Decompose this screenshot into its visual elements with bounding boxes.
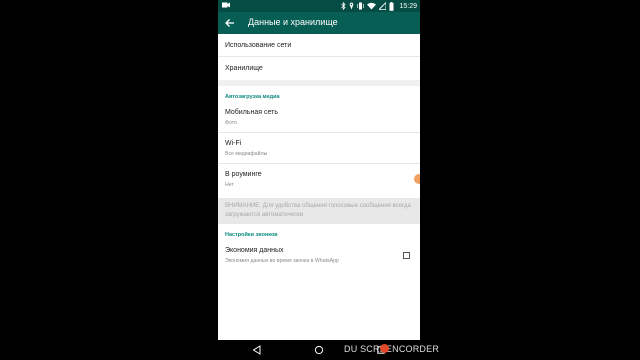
data-saving-item[interactable]: Экономия данных Экономия данных во время… bbox=[218, 247, 420, 271]
item-title: Мобильная сеть bbox=[225, 109, 278, 116]
wifi-icon bbox=[367, 2, 377, 10]
divider bbox=[218, 163, 420, 164]
autoload-header: Автозагрузка медиа bbox=[225, 94, 280, 100]
status-bar: 15:29 bbox=[218, 0, 420, 12]
battery-icon bbox=[389, 1, 394, 11]
item-title: Экономия данных bbox=[225, 247, 284, 254]
page-title: Данные и хранилище bbox=[248, 17, 338, 27]
watermark-left: DU SCREEN bbox=[344, 344, 399, 354]
vibrate-icon bbox=[357, 2, 365, 10]
mobile-network-item[interactable]: Мобильная сеть Фото bbox=[218, 109, 420, 133]
no-sim-icon bbox=[379, 2, 387, 10]
voice-notice: ВНИМАНИЕ: Для удобства общения голосовые… bbox=[218, 198, 420, 224]
video-camera-icon bbox=[222, 2, 230, 8]
bluetooth-icon bbox=[341, 2, 347, 10]
watermark: DU SCREENCORDER bbox=[344, 344, 439, 354]
section-gap bbox=[218, 80, 420, 86]
nav-back-icon[interactable] bbox=[252, 345, 262, 355]
arrow-back-icon[interactable] bbox=[223, 16, 237, 30]
item-title: В роуминге bbox=[225, 171, 262, 178]
nav-home-icon[interactable] bbox=[314, 345, 324, 355]
wifi-item[interactable]: Wi-Fi Все медиафайлы bbox=[218, 140, 420, 164]
item-title: Wi-Fi bbox=[225, 140, 242, 147]
roaming-item[interactable]: В роуминге Нет bbox=[218, 171, 420, 195]
app-bar: Данные и хранилище bbox=[218, 12, 420, 34]
item-subtitle: Экономия данных во время звонка в WhatsA… bbox=[225, 258, 339, 264]
phone-screen: 15:29 Данные и хранилище Использование с… bbox=[218, 0, 420, 360]
item-subtitle: Фото bbox=[225, 120, 237, 126]
watermark-right: CORDER bbox=[398, 344, 440, 354]
record-dot-icon bbox=[380, 344, 389, 353]
storage-section: Использование сети Хранилище bbox=[218, 34, 420, 80]
location-icon bbox=[350, 2, 354, 10]
notice-text: ВНИМАНИЕ: Для удобства общения голосовые… bbox=[225, 203, 411, 218]
storage-item[interactable]: Хранилище bbox=[225, 65, 263, 72]
scroll-handle[interactable] bbox=[414, 174, 420, 184]
network-usage-item[interactable]: Использование сети bbox=[225, 42, 291, 49]
settings-content: Использование сети Хранилище Автозагрузк… bbox=[218, 34, 420, 340]
divider bbox=[218, 132, 420, 133]
data-saving-checkbox[interactable] bbox=[403, 252, 410, 259]
status-time: 15:29 bbox=[399, 2, 417, 10]
item-subtitle: Нет bbox=[225, 182, 234, 188]
divider bbox=[218, 56, 420, 57]
item-subtitle: Все медиафайлы bbox=[225, 151, 268, 157]
calls-header: Настройки звонков bbox=[225, 232, 278, 238]
